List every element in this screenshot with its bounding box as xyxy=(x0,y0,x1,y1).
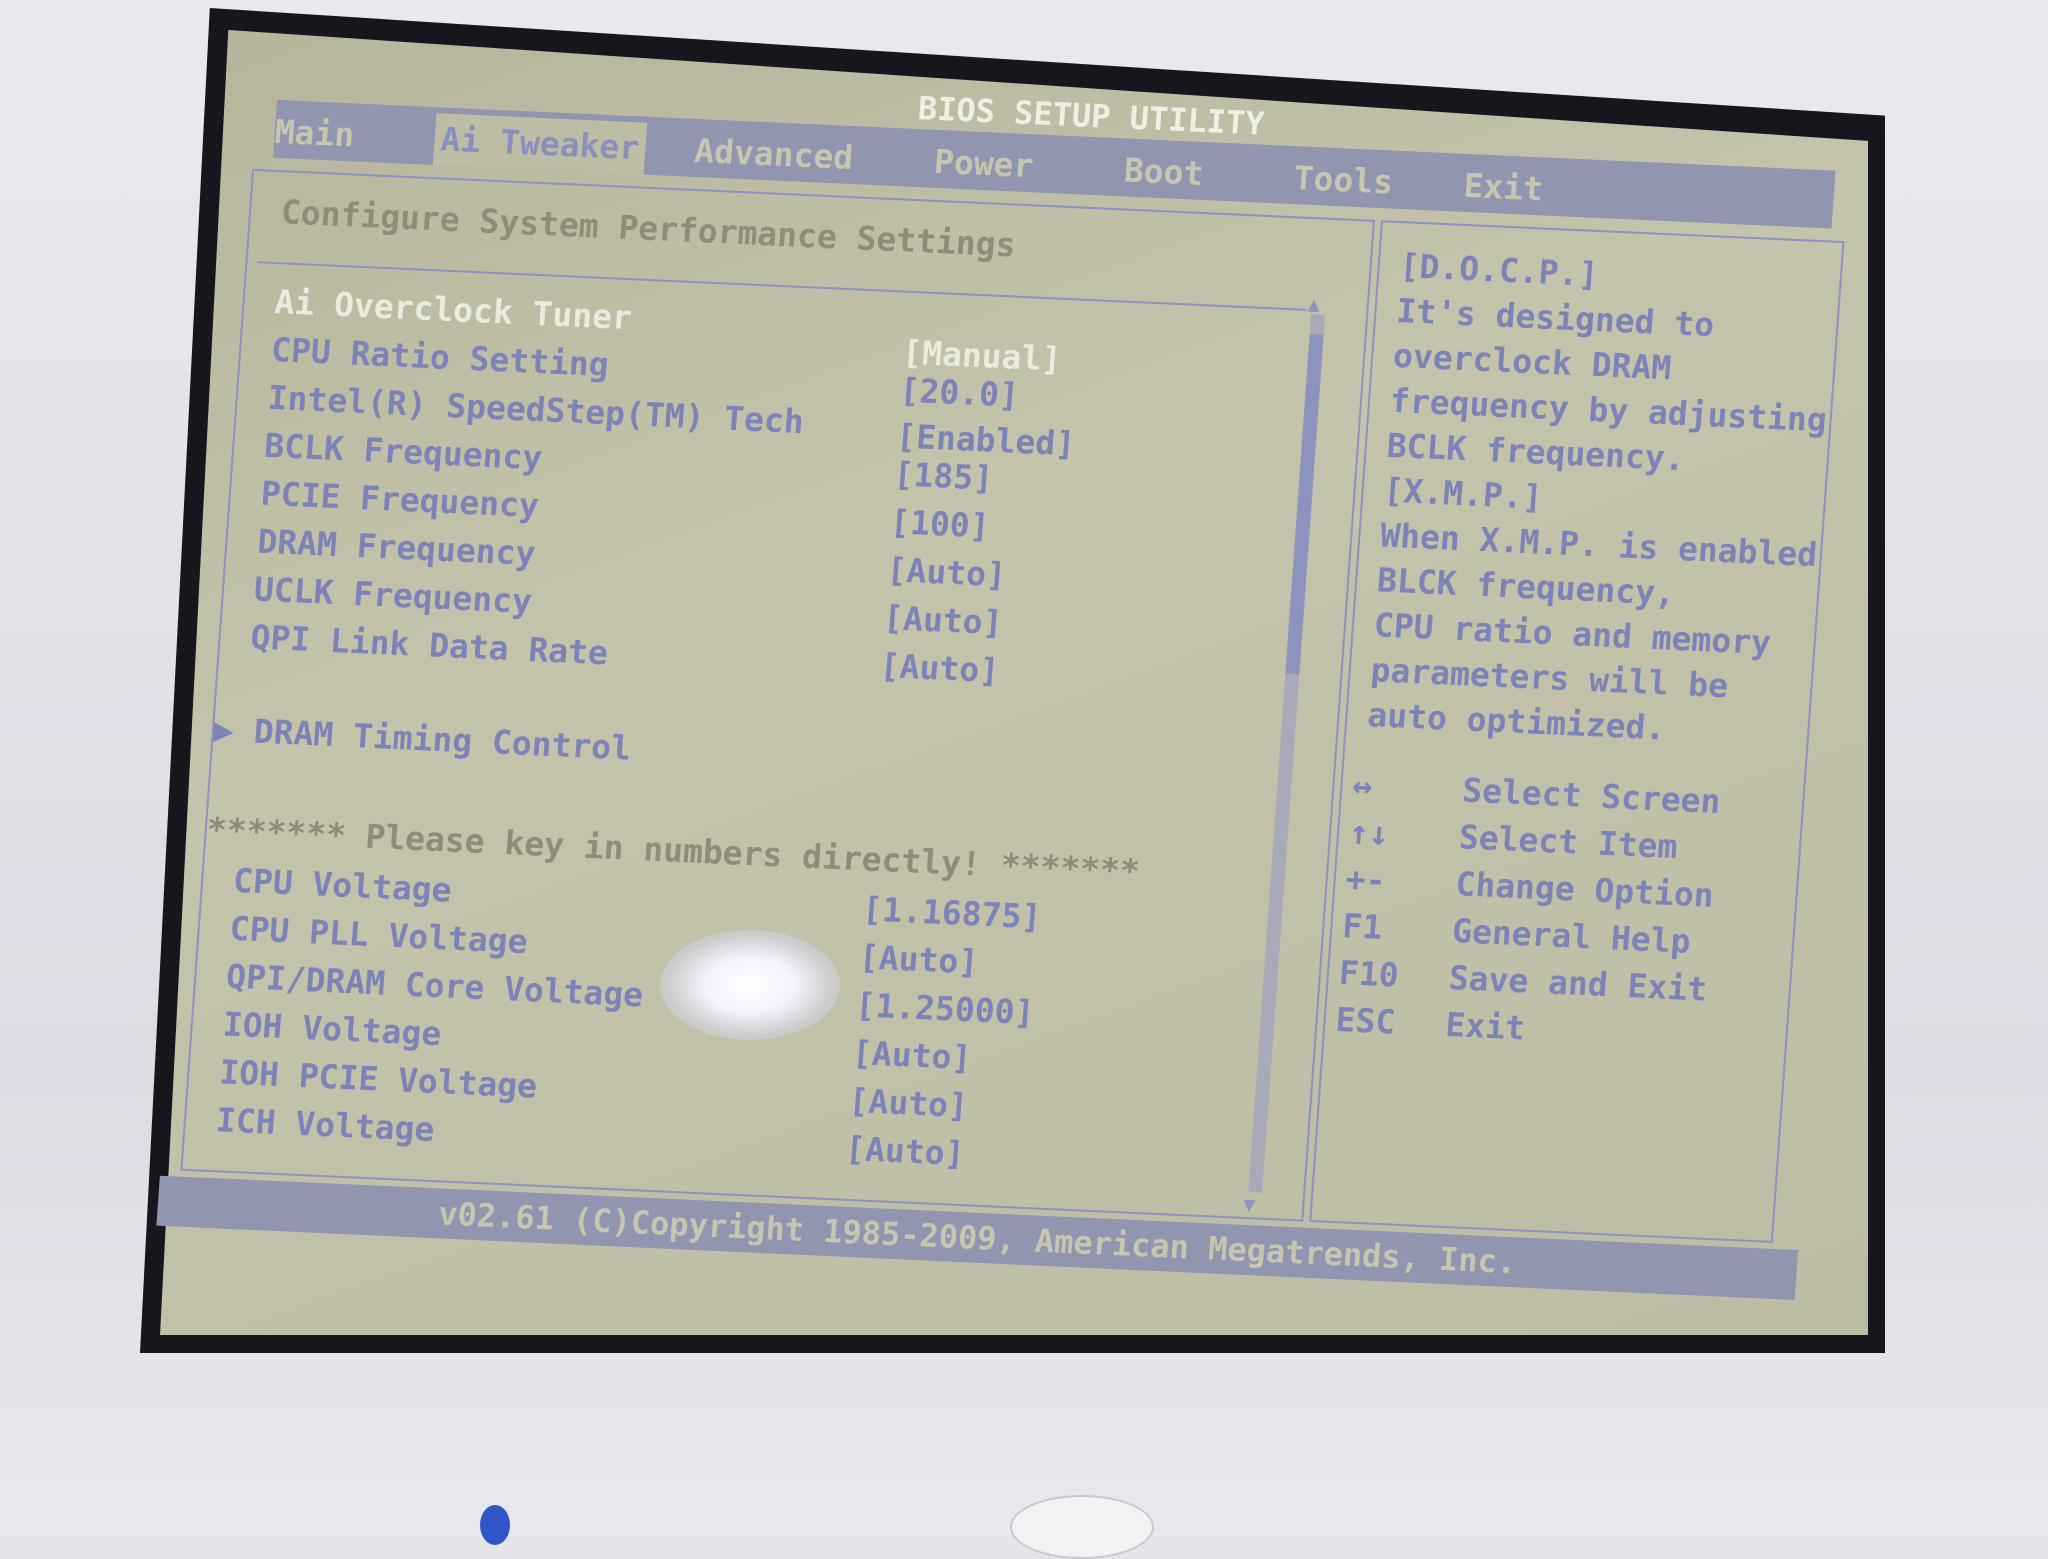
panel-subtitle: Configure System Performance Settings xyxy=(279,192,1017,265)
tab-tools[interactable]: Tools xyxy=(1292,158,1394,201)
setting-value: [1.16875] xyxy=(861,889,1043,937)
setting-label: CPU PLL Voltage xyxy=(228,908,529,962)
setting-value: [100] xyxy=(888,502,991,546)
key-label: ↔ xyxy=(1351,765,1374,806)
key-label: +- xyxy=(1344,859,1387,900)
key-action: General Help xyxy=(1450,911,1692,961)
triangle-right-icon: ▶ xyxy=(212,709,236,750)
bios-setup-utility: BIOS SETUP UTILITY Main Ai Tweaker Advan… xyxy=(156,60,1845,1348)
tab-power[interactable]: Power xyxy=(933,142,1035,185)
key-action: Save and Exit xyxy=(1447,958,1709,1009)
screen-glare xyxy=(660,930,840,1040)
tab-boot[interactable]: Boot xyxy=(1123,150,1205,193)
setting-label: DRAM Frequency xyxy=(256,521,537,574)
key-action: Change Option xyxy=(1454,864,1716,915)
key-label: F1 xyxy=(1341,906,1384,947)
setting-value: [Auto] xyxy=(882,597,1004,643)
setting-value: [Auto] xyxy=(850,1033,973,1078)
setting-value: [1.25000] xyxy=(854,985,1036,1033)
setting-label: CPU Voltage xyxy=(231,860,453,910)
setting-label: CPU Ratio Setting xyxy=(269,329,611,385)
help-panel: [D.O.C.P.] It's designed to overclock DR… xyxy=(1309,220,1845,1243)
tab-ai-tweaker[interactable]: Ai Tweaker xyxy=(432,113,648,175)
tab-main[interactable]: Main xyxy=(273,112,355,155)
tab-advanced[interactable]: Advanced xyxy=(693,131,855,177)
scrollbar-thumb[interactable] xyxy=(1285,333,1324,674)
setting-label: IOH PCIE Voltage xyxy=(218,1052,539,1106)
setting-value: [20.0] xyxy=(898,370,1021,415)
key-action: Exit xyxy=(1444,1004,1527,1048)
setting-label: Ai Overclock Tuner xyxy=(273,282,634,338)
scroll-up-icon[interactable]: ▲ xyxy=(1307,292,1321,316)
key-label: ↑↓ xyxy=(1347,812,1391,854)
setting-label: PCIE Frequency xyxy=(259,473,541,526)
settings-panel: Configure System Performance Settings Ai… xyxy=(180,168,1375,1222)
setting-label: UCLK Frequency xyxy=(252,569,534,621)
key-legend: ↔ Select Screen ↑↓ Select Item +- Change Op… xyxy=(1334,761,1722,1059)
setting-value: [Auto] xyxy=(878,645,1001,691)
setting-label: BCLK Frequency xyxy=(263,425,544,478)
scroll-down-icon[interactable]: ▼ xyxy=(1242,1192,1256,1216)
setting-label: IOH Voltage xyxy=(221,1004,443,1054)
key-label: F10 xyxy=(1337,953,1401,995)
key-label: ESC xyxy=(1334,999,1397,1042)
submenu-label: DRAM Timing Control xyxy=(252,711,633,768)
setting-value: [185] xyxy=(892,454,995,498)
setting-value: [Auto] xyxy=(844,1128,966,1174)
setting-value: [Auto] xyxy=(885,550,1008,595)
setting-label: ICH Voltage xyxy=(214,1100,436,1150)
monitor-button[interactable] xyxy=(1010,1495,1154,1559)
tab-exit[interactable]: Exit xyxy=(1462,166,1544,209)
setting-value: [Auto] xyxy=(857,937,980,982)
key-action: Select Screen xyxy=(1461,770,1722,822)
scrollbar[interactable]: ▲ ▼ xyxy=(1242,292,1326,1216)
setting-label: QPI Link Data Rate xyxy=(249,617,610,673)
setting-label: QPI/DRAM Core Voltage xyxy=(224,956,645,1015)
power-led xyxy=(480,1505,510,1545)
help-text: [D.O.C.P.] It's designed to overclock DR… xyxy=(1366,246,1829,748)
key-action: Select Item xyxy=(1457,817,1679,867)
setting-value: [Auto] xyxy=(847,1080,970,1126)
